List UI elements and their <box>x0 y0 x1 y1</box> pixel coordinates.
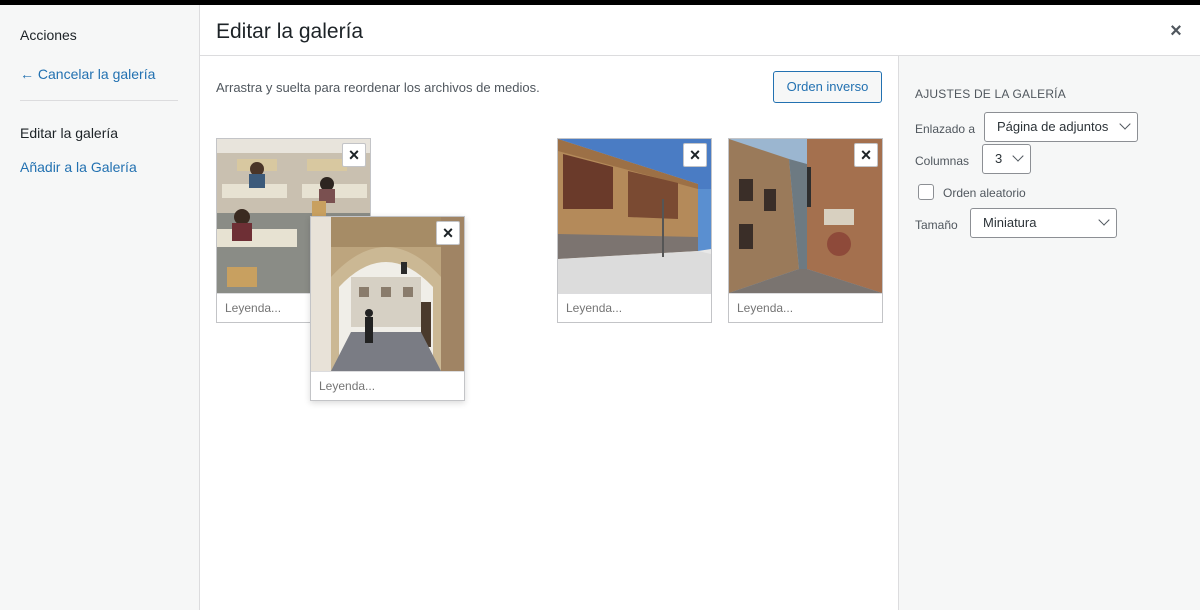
link-to-select[interactable]: Página de adjuntos <box>984 112 1138 142</box>
remove-attachment-icon[interactable]: × <box>683 143 707 167</box>
size-value: Miniatura <box>983 215 1037 230</box>
columns-value: 3 <box>995 151 1003 166</box>
menu-item-edit-gallery[interactable]: Editar la galería <box>20 124 118 142</box>
random-order-label: Orden aleatorio <box>943 186 1026 200</box>
frame-title: Editar la galería <box>216 20 364 43</box>
menu-heading: Acciones <box>20 27 77 43</box>
gallery-content: Arrastra y suelta para reordenar los arc… <box>200 56 898 610</box>
caption-input[interactable] <box>729 293 882 322</box>
caption-input[interactable] <box>311 371 464 400</box>
reverse-order-button[interactable]: Orden inverso <box>773 71 882 103</box>
columns-select[interactable]: 3 <box>982 144 1031 174</box>
instructions-text: Arrastra y suelta para reordenar los arc… <box>216 80 540 95</box>
link-to-value: Página de adjuntos <box>997 119 1109 134</box>
chevron-down-icon <box>1012 150 1024 162</box>
size-select[interactable]: Miniatura <box>970 208 1117 238</box>
settings-title: AJUSTES DE LA GALERÍA <box>915 87 1066 101</box>
remove-attachment-icon[interactable]: × <box>342 143 366 167</box>
remove-attachment-icon[interactable]: × <box>436 221 460 245</box>
caption-input[interactable] <box>558 293 711 322</box>
menu-item-add-to-gallery[interactable]: Añadir a la Galería <box>20 158 137 176</box>
gallery-settings: AJUSTES DE LA GALERÍA Enlazado a Página … <box>898 56 1200 610</box>
chevron-down-icon <box>1098 214 1110 226</box>
size-label: Tamaño <box>915 218 958 232</box>
link-to-label: Enlazado a <box>915 122 976 136</box>
media-menu: Acciones ← Cancelar la galería Editar la… <box>0 5 200 610</box>
columns-label: Columnas <box>915 154 970 168</box>
menu-separator <box>20 100 178 101</box>
random-order-checkbox[interactable] <box>918 184 934 200</box>
chevron-down-icon <box>1119 118 1131 130</box>
remove-attachment-icon[interactable]: × <box>854 143 878 167</box>
media-frame: Editar la galería × Arrastra y suelta pa… <box>200 5 1200 610</box>
gallery-attachment-4[interactable]: × <box>728 138 883 323</box>
gallery-attachment-3[interactable]: × <box>557 138 712 323</box>
gallery-attachment-2-dragging[interactable]: × <box>310 216 465 401</box>
close-icon[interactable]: × <box>1164 19 1188 43</box>
cancel-gallery-link[interactable]: ← Cancelar la galería <box>20 65 155 83</box>
